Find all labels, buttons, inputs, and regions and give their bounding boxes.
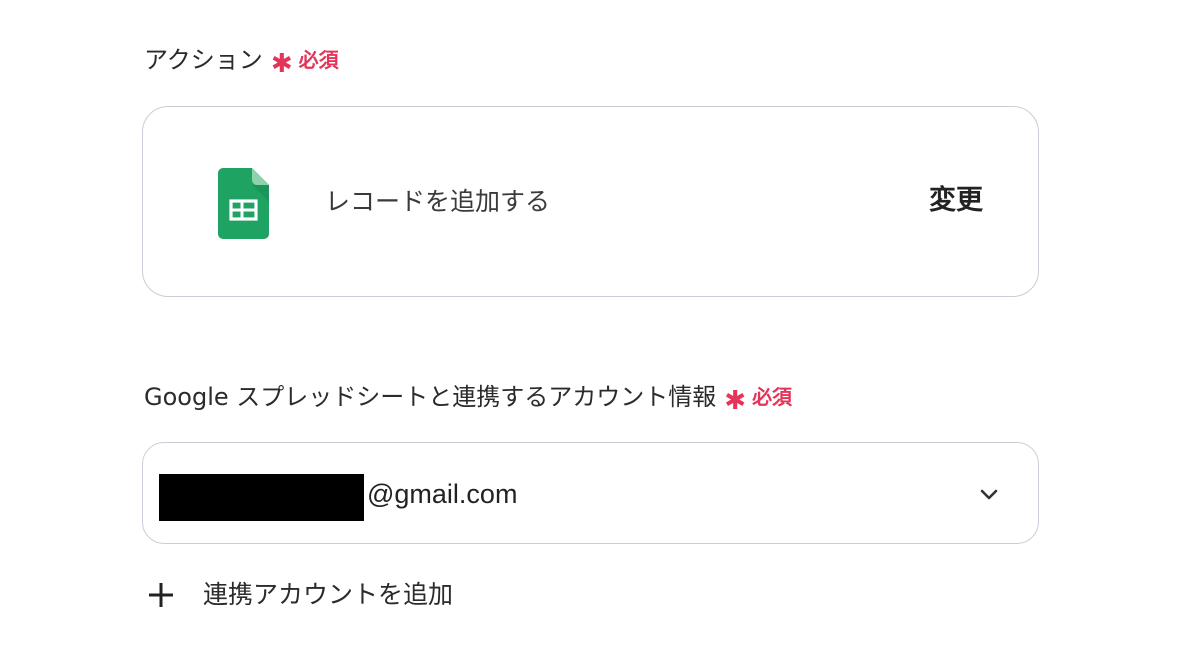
add-account-link[interactable]: 連携アカウントを追加 bbox=[146, 578, 453, 612]
required-badge: ✱ 必須 bbox=[724, 381, 793, 416]
action-label-text: アクション bbox=[144, 46, 263, 74]
action-field-label: アクション ✱ 必須 bbox=[144, 44, 339, 79]
selected-account-value: @gmail.com bbox=[367, 479, 518, 509]
change-action-button[interactable]: 変更 bbox=[929, 183, 983, 219]
required-asterisk: ✱ bbox=[724, 386, 747, 416]
required-text: 必須 bbox=[298, 48, 339, 72]
redacted-email-prefix bbox=[159, 474, 364, 521]
action-card: レコードを追加する 変更 bbox=[142, 106, 1039, 297]
google-sheets-icon bbox=[218, 168, 269, 239]
account-select[interactable]: @gmail.com bbox=[142, 442, 1039, 544]
required-asterisk: ✱ bbox=[270, 49, 293, 79]
plus-icon bbox=[149, 583, 173, 607]
required-text: 必須 bbox=[752, 385, 793, 409]
account-label-text: Google スプレッドシートと連携するアカウント情報 bbox=[144, 383, 717, 411]
account-field-label: Google スプレッドシートと連携するアカウント情報 ✱ 必須 bbox=[144, 381, 793, 416]
required-badge: ✱ 必須 bbox=[270, 44, 339, 79]
action-name: レコードを追加する bbox=[325, 187, 551, 216]
chevron-down-icon[interactable] bbox=[978, 483, 1000, 505]
add-account-label: 連携アカウントを追加 bbox=[203, 580, 454, 609]
